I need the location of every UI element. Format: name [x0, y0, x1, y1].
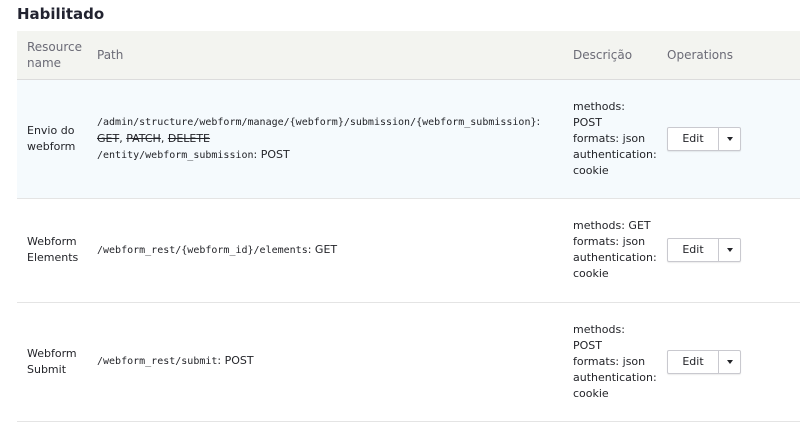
resource-description: methods: POST formats: json authenticati… — [573, 302, 667, 421]
path-suffix: : GET — [307, 242, 338, 256]
column-header-operations: Operations — [667, 31, 800, 80]
operations-toggle-button[interactable] — [719, 128, 740, 150]
description-line: cookie — [573, 163, 609, 177]
caret-down-icon — [726, 248, 733, 252]
path-suffix: : POST — [253, 147, 290, 161]
path-suffix: : POST — [217, 354, 254, 367]
operations-dropbutton: Edit — [667, 238, 741, 262]
resource-description: methods: POST formats: json authenticati… — [573, 79, 667, 198]
path-code: /webform_rest/{webform_id}/elements — [97, 244, 308, 256]
column-header-resource-name: Resource name — [17, 31, 87, 80]
description-line: formats: json — [573, 354, 646, 368]
edit-button[interactable]: Edit — [668, 127, 719, 150]
operations-cell: Edit — [667, 79, 800, 198]
description-line: methods: GET — [573, 219, 651, 232]
caret-down-icon — [726, 136, 733, 141]
table-row: Webform Elements /webform_rest/{webform_… — [17, 198, 800, 302]
table-row: Envio do webform /admin/structure/webfor… — [17, 79, 800, 198]
description-line: formats: json — [573, 131, 646, 145]
description-line: cookie — [573, 267, 609, 280]
operations-cell: Edit — [667, 198, 800, 302]
path-code: /webform_rest/submit — [97, 356, 218, 367]
path-line: /entity/webform_submission: POST — [97, 147, 573, 164]
operations-dropbutton: Edit — [667, 126, 741, 151]
operations-cell: Edit — [667, 302, 800, 421]
description-line: authentication: — [573, 370, 657, 384]
description-line: POST — [573, 115, 602, 129]
column-header-description: Descrição — [573, 31, 667, 80]
description-line: authentication: — [573, 251, 657, 264]
description-line: cookie — [573, 386, 609, 400]
operations-toggle-button[interactable] — [719, 351, 740, 373]
operations-toggle-button[interactable] — [719, 239, 740, 261]
edit-button[interactable]: Edit — [668, 239, 719, 261]
resource-name: Webform Submit — [27, 346, 77, 376]
resource-path: /webform_rest/submit: POST — [87, 302, 573, 421]
resource-path: /admin/structure/webform/manage/{webform… — [87, 79, 573, 198]
description-line: POST — [573, 338, 602, 352]
resource-name: Webform Elements — [27, 235, 79, 264]
description-line: authentication: — [573, 147, 657, 161]
resource-description: methods: GET formats: json authenticatio… — [573, 198, 667, 302]
disabled-method-delete: DELETE — [167, 131, 211, 145]
method-separator: , — [160, 131, 168, 145]
path-line: /webform_rest/{webform_id}/elements: GET — [97, 242, 573, 259]
caret-down-icon — [726, 359, 733, 364]
resource-path: /webform_rest/{webform_id}/elements: GET — [87, 198, 573, 302]
description-line: formats: json — [573, 235, 646, 248]
path-line: /webform_rest/submit: POST — [97, 353, 573, 370]
path-suffix: : — [536, 114, 541, 128]
description-line: methods: — [573, 99, 625, 113]
column-header-path: Path — [87, 31, 573, 80]
section-title: Habilitado — [17, 5, 105, 23]
operations-dropbutton: Edit — [667, 349, 741, 374]
table-row: Webform Submit /webform_rest/submit: POS… — [17, 302, 800, 421]
disabled-method-patch: PATCH — [126, 131, 161, 145]
description-line: methods: — [573, 322, 625, 336]
edit-button[interactable]: Edit — [668, 350, 719, 373]
resource-name: Envio do webform — [27, 123, 76, 153]
path-code: /admin/structure/webform/manage/{webform… — [97, 116, 537, 128]
path-line: /admin/structure/webform/manage/{webform… — [97, 114, 573, 131]
rest-resources-table: Resource name Path Descrição Operations … — [17, 31, 800, 422]
disabled-method-get: GET — [97, 131, 120, 145]
disabled-methods: GET, PATCH, DELETE — [97, 131, 573, 147]
path-code: /entity/webform_submission — [97, 149, 254, 161]
table-header-row: Resource name Path Descrição Operations — [17, 31, 800, 80]
